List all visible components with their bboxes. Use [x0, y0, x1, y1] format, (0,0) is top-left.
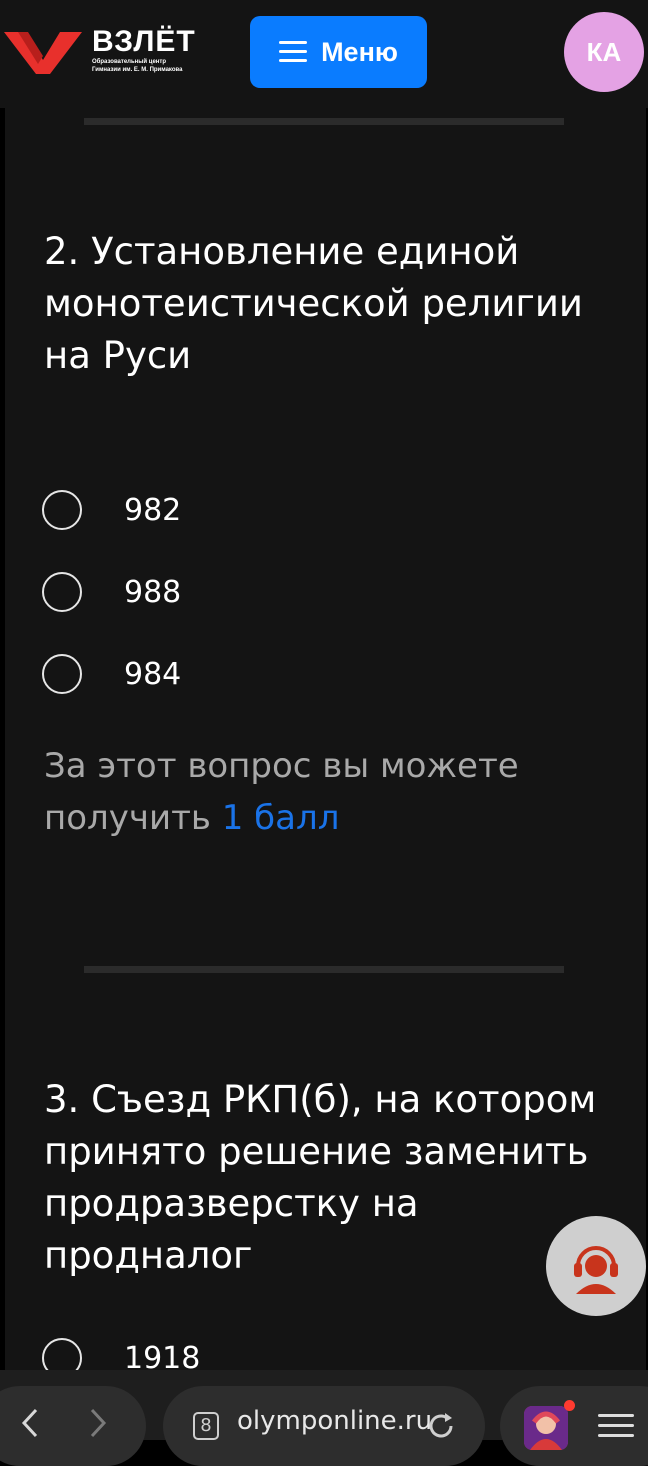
- question-3-text: 3. Съезд РКП(б), на котором принято реше…: [44, 1078, 597, 1277]
- menu-button-label: Меню: [321, 36, 398, 67]
- option-q3-1918[interactable]: 1918: [42, 1336, 200, 1370]
- support-agent-icon: [574, 1246, 618, 1294]
- forward-arrow-icon[interactable]: [86, 1408, 110, 1438]
- quiz-content: 2. Установление единой монотеистической …: [5, 108, 646, 1370]
- back-arrow-icon[interactable]: [18, 1408, 42, 1438]
- radio-button[interactable]: [42, 572, 82, 612]
- logo-subtitle-line2: Гимназии им. Е. М. Примакова: [92, 67, 183, 73]
- radio-button[interactable]: [42, 1338, 82, 1370]
- question-2-text: 2. Установление единой монотеистической …: [44, 230, 583, 377]
- browser-toolbar: 8 olymponline.ru: [0, 1370, 648, 1466]
- section-divider: [84, 966, 564, 973]
- question-points-info: За этот вопрос вы можете получить 1 балл: [44, 740, 604, 844]
- option-label: 982: [124, 492, 182, 528]
- radio-button[interactable]: [42, 654, 82, 694]
- option-q2-982[interactable]: 982: [42, 488, 181, 532]
- navigation-pill: [0, 1386, 146, 1466]
- notification-dot: [564, 1400, 575, 1411]
- option-label: 1918: [124, 1340, 201, 1371]
- logo-title: ВЗЛЁТ: [92, 25, 196, 58]
- url-text[interactable]: olymponline.ru: [237, 1406, 432, 1436]
- logo[interactable]: ВЗЛЁТ Образовательный центр Гимназии им.…: [92, 26, 196, 74]
- radio-button[interactable]: [42, 490, 82, 530]
- option-label: 988: [124, 574, 182, 610]
- browser-menu-icon[interactable]: [598, 1414, 634, 1438]
- points-value: 1 балл: [221, 798, 340, 838]
- user-avatar[interactable]: КА: [564, 12, 644, 92]
- logo-subtitle-line1: Образовательный центр: [92, 59, 167, 65]
- reload-icon[interactable]: [425, 1410, 457, 1442]
- section-divider: [84, 118, 564, 125]
- menu-button[interactable]: Меню: [250, 16, 427, 88]
- tab-count-badge[interactable]: 8: [193, 1412, 219, 1440]
- logo-mark-icon[interactable]: [4, 30, 82, 76]
- option-label: 984: [124, 656, 182, 692]
- address-bar[interactable]: 8 olymponline.ru: [163, 1386, 485, 1466]
- option-q2-988[interactable]: 988: [42, 570, 181, 614]
- assistant-app-icon[interactable]: [524, 1406, 568, 1450]
- browser-extras-pill: [500, 1386, 648, 1466]
- option-q2-984[interactable]: 984: [42, 652, 181, 696]
- site-header: ВЗЛЁТ Образовательный центр Гимназии им.…: [0, 0, 648, 108]
- support-chat-button[interactable]: [546, 1216, 646, 1316]
- hamburger-icon: [279, 41, 308, 63]
